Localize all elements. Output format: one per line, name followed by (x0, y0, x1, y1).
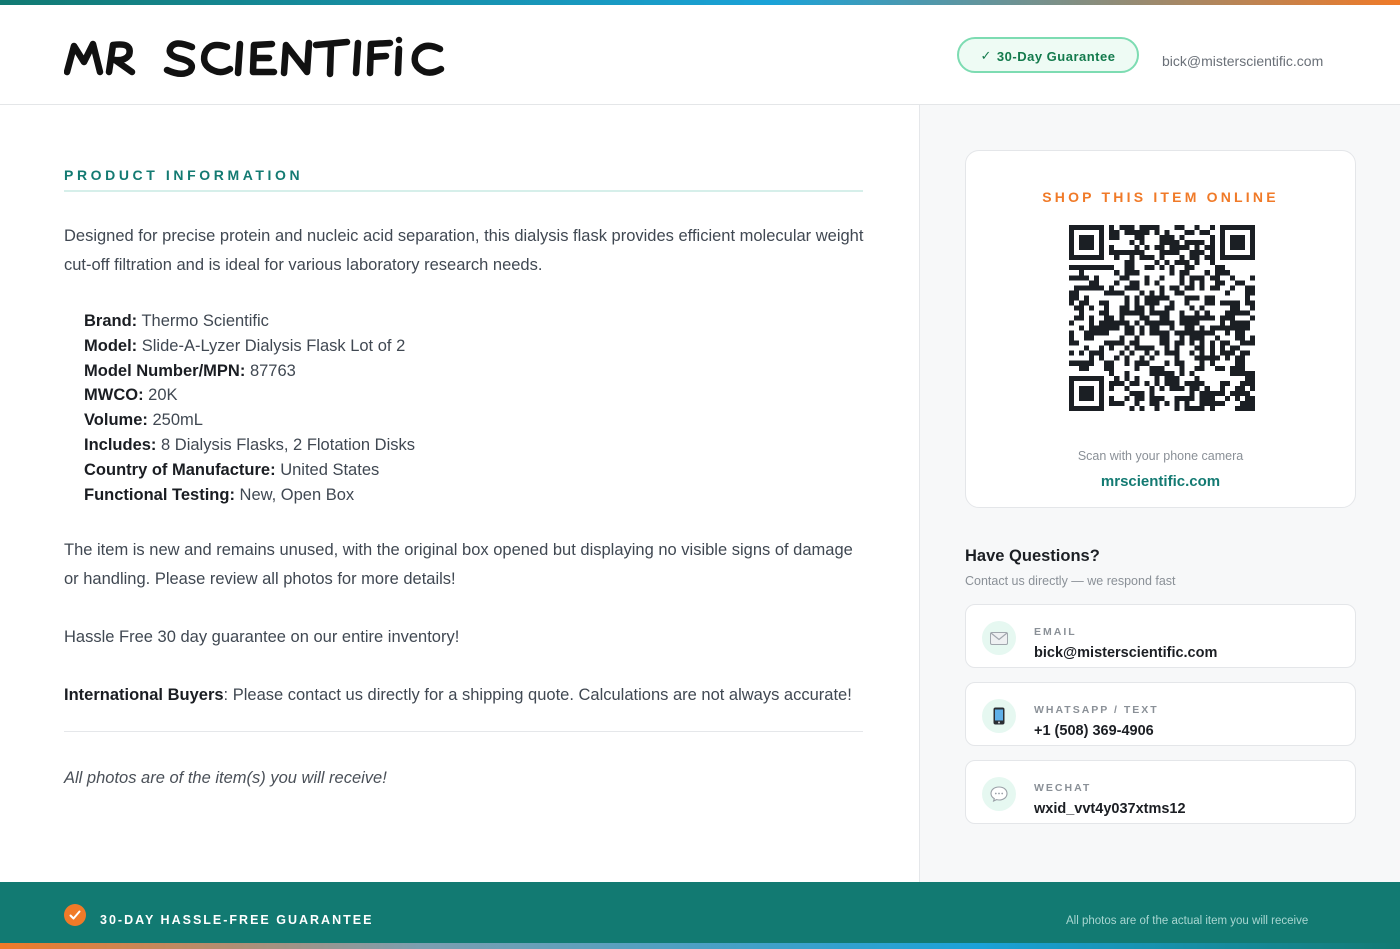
qr-card: SHOP THIS ITEM ONLINE Scan with your pho… (965, 150, 1356, 508)
chat-bubble-icon (982, 777, 1016, 811)
spec-row-brand: Brand: Thermo Scientific (84, 309, 415, 334)
spec-value: 20K (148, 386, 178, 405)
spec-value: 250mL (152, 411, 203, 430)
brand-logo[interactable] (64, 29, 449, 81)
condition-text: The item is new and remains unused, with… (64, 541, 853, 588)
spec-row-mwco: MWCO: 20K (84, 383, 415, 408)
spec-row-volume: Volume: 250mL (84, 408, 415, 433)
checkmark-icon: ✓ (980, 48, 992, 63)
spec-list: Brand: Thermo Scientific Model: Slide-A-… (84, 309, 415, 507)
footer-guarantee-label: 30-DAY HASSLE-FREE GUARANTEE (100, 913, 374, 927)
spec-value: 8 Dialysis Flasks, 2 Flotation Disks (161, 435, 416, 454)
questions-title: Have Questions? (965, 547, 1100, 565)
contact-label: EMAIL (1034, 626, 1077, 638)
shop-website-link[interactable]: mrscientific.com (966, 473, 1355, 490)
spec-label: Brand: (84, 312, 138, 330)
international-buyers-note: International Buyers: Please contact us … (64, 681, 864, 710)
spec-value: 87763 (249, 361, 296, 380)
product-intro: Designed for precise protein and nucleic… (64, 227, 864, 274)
spec-label: Volume: (84, 411, 148, 430)
spec-row-testing: Functional Testing: New, Open Box (84, 483, 415, 508)
international-buyers-text: : Please contact us directly for a shipp… (223, 686, 852, 704)
spec-label: MWCO: (84, 386, 144, 405)
contact-card-email[interactable]: EMAIL bick@misterscientific.com (965, 604, 1356, 668)
site-footer: 30-DAY HASSLE-FREE GUARANTEE All photos … (0, 882, 1400, 943)
divider (64, 731, 863, 732)
product-information-panel: PRODUCT INFORMATION Designed for precise… (0, 105, 919, 882)
spec-row-model: Model: Slide-A-Lyzer Dialysis Flask Lot … (84, 334, 415, 359)
handwritten-logo-mr-scientific (64, 36, 445, 78)
spec-label: Includes: (84, 435, 157, 454)
contact-phone-value[interactable]: +1 (508) 369-4906 (1034, 723, 1154, 739)
site-header: ✓ 30-Day Guarantee bick@misterscientific… (0, 5, 1400, 105)
phone-icon (982, 699, 1016, 733)
questions-subtitle: Contact us directly — we respond fast (965, 574, 1176, 588)
guarantee-badge: ✓ 30-Day Guarantee (957, 37, 1139, 73)
international-buyers-label: International Buyers (64, 686, 224, 704)
contact-card-whatsapp[interactable]: WHATSAPP / TEXT +1 (508) 369-4906 (965, 682, 1356, 746)
hassle-free-text: Hassle Free 30 day guarantee on our enti… (64, 628, 460, 646)
spec-label: Functional Testing: (84, 485, 235, 504)
footer-photos-note: All photos are of the actual item you wi… (1066, 915, 1309, 927)
spec-row-includes: Includes: 8 Dialysis Flasks, 2 Flotation… (84, 433, 415, 458)
spec-row-country: Country of Manufacture: United States (84, 458, 415, 483)
sidebar: SHOP THIS ITEM ONLINE Scan with your pho… (919, 105, 1400, 882)
contact-label: WECHAT (1034, 782, 1092, 794)
contact-card-wechat[interactable]: WECHAT wxid_vvt4y037xtms12 (965, 760, 1356, 824)
contact-email-value[interactable]: bick@misterscientific.com (1034, 645, 1217, 661)
photos-note: All photos are of the item(s) you will r… (64, 769, 387, 787)
qr-card-title: SHOP THIS ITEM ONLINE (1042, 189, 1279, 205)
contact-label: WHATSAPP / TEXT (1034, 704, 1159, 716)
envelope-icon (982, 621, 1016, 655)
qr-code-icon[interactable] (1069, 225, 1255, 411)
spec-value: United States (280, 460, 380, 479)
contact-wechat-value[interactable]: wxid_vvt4y037xtms12 (1034, 801, 1186, 817)
bottom-gradient-stripe (0, 943, 1400, 949)
section-title-underline (64, 190, 863, 192)
spec-label: Model: (84, 336, 138, 355)
qr-scan-hint: Scan with your phone camera (1077, 449, 1244, 463)
spec-value: Slide-A-Lyzer Dialysis Flask Lot of 2 (141, 336, 406, 355)
guarantee-badge-label: 30-Day Guarantee (996, 48, 1116, 64)
spec-value: New, Open Box (239, 485, 355, 504)
checkmark-badge-icon (64, 904, 86, 926)
spec-label: Country of Manufacture: (84, 460, 276, 479)
spec-label: Model Number/MPN: (84, 361, 246, 380)
spec-row-mpn: Model Number/MPN: 87763 (84, 359, 415, 384)
header-email-link[interactable]: bick@misterscientific.com (1162, 53, 1323, 69)
section-title: PRODUCT INFORMATION (64, 167, 304, 183)
spec-value: Thermo Scientific (141, 312, 269, 330)
